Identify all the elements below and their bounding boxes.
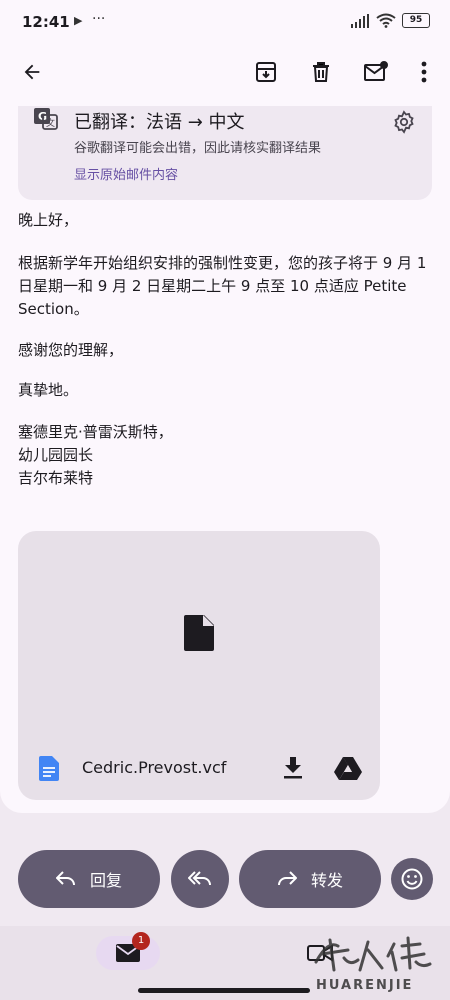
reply-all-button[interactable] <box>171 850 229 908</box>
gear-icon <box>394 110 414 134</box>
forward-label: 转发 <box>310 871 343 890</box>
signal-icon <box>351 13 369 28</box>
top-app-bar <box>0 44 450 106</box>
status-time: 12:41 <box>22 13 70 31</box>
google-translate-icon: G 文 <box>34 108 58 130</box>
attachment-filename: Cedric.Prevost.vcf <box>82 758 227 777</box>
arrow-back-icon <box>24 64 40 80</box>
cast-icon: ▶ <box>74 14 83 27</box>
email-body-paragraph: 根据新学年开始组织安排的强制性变更，您的孩子将于 9 月 1 日星期一和 9 月… <box>18 254 427 318</box>
home-indicator[interactable] <box>138 988 310 993</box>
email-thanks: 感谢您的理解， <box>18 341 124 359</box>
signature-place: 吉尔布莱特 <box>18 469 94 487</box>
download-icon <box>284 757 302 779</box>
show-original-link[interactable]: 显示原始邮件内容 <box>74 164 178 183</box>
reply-all-icon <box>188 871 211 886</box>
more-options-button[interactable] <box>408 52 440 92</box>
reply-icon <box>55 871 75 886</box>
signature-name: 塞德里克·普雷沃斯特， <box>18 423 173 441</box>
translation-settings-button[interactable] <box>386 104 422 140</box>
wifi-icon <box>376 13 396 28</box>
forward-button[interactable]: 转发 <box>239 850 381 908</box>
emoji-reaction-button[interactable] <box>391 858 433 900</box>
email-content-card: G 文 已翻译：法语 → 中文 谷歌翻译可能会出错，因此请核实翻译结果 显示原始… <box>0 106 450 813</box>
mark-unread-icon <box>364 61 388 81</box>
save-to-drive-button[interactable] <box>331 751 365 785</box>
more-notifications-icon: ··· <box>92 11 106 27</box>
unread-badge: 1 <box>132 932 150 950</box>
reply-actions-row: 回复 转发 <box>0 850 450 908</box>
battery-indicator: 95 <box>402 13 430 28</box>
watermark-logo <box>314 936 432 972</box>
drive-icon <box>334 757 362 780</box>
status-bar: 12:41 ▶ ··· 95 <box>0 0 450 44</box>
file-icon <box>184 615 214 651</box>
email-closing: 真挚地。 <box>18 381 79 399</box>
document-file-icon <box>39 756 59 781</box>
emoji-icon <box>401 868 423 890</box>
archive-icon <box>256 62 276 82</box>
svg-text:文: 文 <box>46 117 55 129</box>
site-watermark: HUARENJIE <box>308 932 450 1000</box>
translation-banner: G 文 已翻译：法语 → 中文 谷歌翻译可能会出错，因此请核实翻译结果 显示原始… <box>18 106 432 200</box>
back-button[interactable] <box>12 52 52 92</box>
delete-button[interactable] <box>301 52 341 92</box>
more-vert-icon <box>421 61 427 83</box>
archive-button[interactable] <box>246 52 286 92</box>
reply-label: 回复 <box>89 871 122 890</box>
delete-icon <box>313 62 329 82</box>
download-button[interactable] <box>278 751 308 785</box>
attachment-card[interactable]: Cedric.Prevost.vcf <box>18 531 380 800</box>
forward-icon <box>277 871 297 886</box>
translation-title: 已翻译：法语 → 中文 <box>74 112 245 133</box>
watermark-text: HUARENJIE <box>316 978 414 993</box>
mark-unread-button[interactable] <box>356 52 396 92</box>
email-greeting: 晚上好， <box>18 211 79 229</box>
mail-tab[interactable] <box>96 936 160 970</box>
signature-title: 幼儿园园长 <box>18 446 94 464</box>
reply-button[interactable]: 回复 <box>18 850 160 908</box>
translation-disclaimer: 谷歌翻译可能会出错，因此请核实翻译结果 <box>74 141 322 156</box>
